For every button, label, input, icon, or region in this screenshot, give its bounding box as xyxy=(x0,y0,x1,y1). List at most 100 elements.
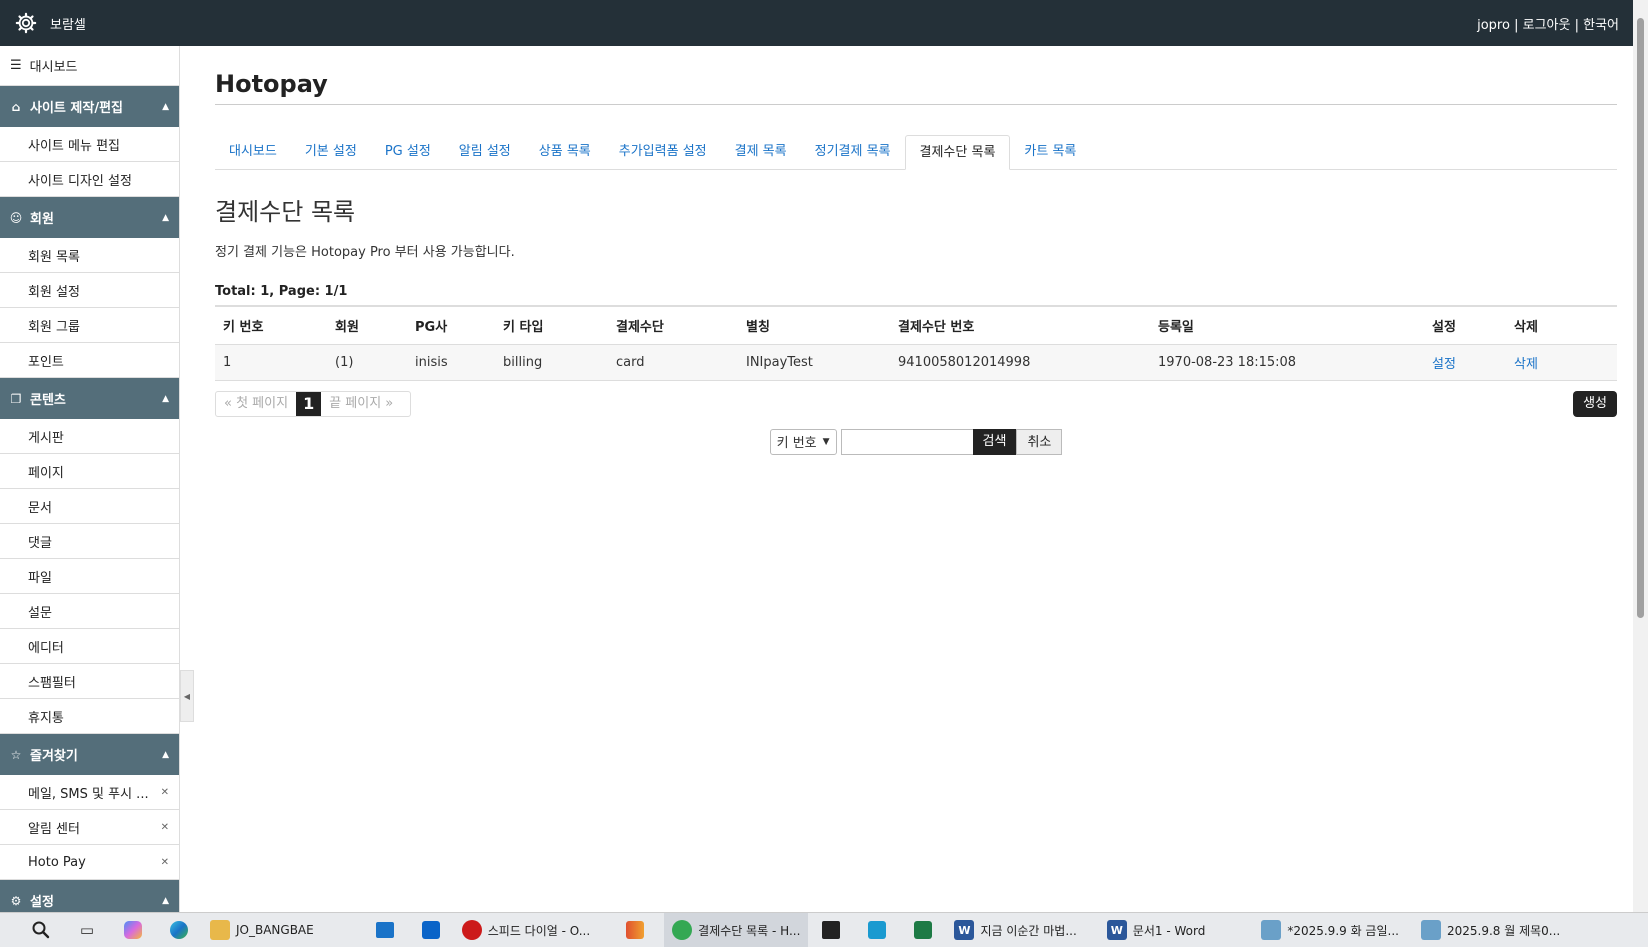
sidebar-collapse-button[interactable]: ◀ xyxy=(180,670,194,722)
tab-product-list[interactable]: 상품 목록 xyxy=(525,135,605,170)
tab-payment-method-list[interactable]: 결제수단 목록 xyxy=(904,135,1011,170)
taskbar-app[interactable]: W 지금 이순간 마법... xyxy=(946,913,1084,947)
caret-up-icon: ▲ xyxy=(162,895,169,906)
word-icon: W xyxy=(1106,920,1127,940)
remove-favorite-icon[interactable]: ✕ xyxy=(161,857,169,868)
sidebar-item-design[interactable]: 사이트 디자인 설정 xyxy=(0,162,179,197)
sidebar-item-member-list[interactable]: 회원 목록 xyxy=(0,238,179,273)
cell-method-number: 9410058012014998 xyxy=(890,344,1150,381)
sidebar-item-board[interactable]: 게시판 xyxy=(0,419,179,454)
windows-taskbar: ▭ JO_BANGBAE 스피드 다이얼 - O... 결제수단 목록 - H.… xyxy=(0,912,1648,947)
current-page[interactable]: 1 xyxy=(296,391,322,416)
excel-icon[interactable] xyxy=(900,913,946,947)
taskbar-app[interactable]: 스피드 다이얼 - O... xyxy=(454,913,598,947)
remove-favorite-icon[interactable]: ✕ xyxy=(161,787,169,798)
sidebar-section-title: 즐겨찾기 xyxy=(30,749,78,764)
sidebar-item-mail-sms[interactable]: 메일, SMS 및 푸시 ... ✕ xyxy=(0,775,179,810)
folder-icon xyxy=(210,920,230,940)
task-view-icon[interactable]: ▭ xyxy=(64,913,110,947)
sidebar-section-content[interactable]: ❐ 콘텐츠 ▲ xyxy=(0,378,179,419)
gear-icon: ⚙ xyxy=(10,893,22,908)
user-link[interactable]: jopro xyxy=(1477,18,1510,33)
chrome-icon xyxy=(672,920,693,940)
first-page-link[interactable]: « 첫 페이지 xyxy=(216,392,296,416)
sidebar-item-notification-center[interactable]: 알림 센터 ✕ xyxy=(0,810,179,845)
sidebar-section-site[interactable]: ⌂ 사이트 제작/편집 ▲ xyxy=(0,86,179,127)
column-header: 결제수단 번호 xyxy=(890,306,1150,345)
sidebar-item-poll[interactable]: 설문 xyxy=(0,594,179,629)
taskbar-app[interactable]: 2025.9.8 월 제목0... xyxy=(1413,913,1568,947)
logout-link[interactable]: 로그아웃 xyxy=(1523,18,1571,33)
sidebar-section-settings[interactable]: ⚙ 설정 ▲ xyxy=(0,880,179,912)
sidebar-section-title: 사이트 제작/편집 xyxy=(30,101,123,116)
brand-name[interactable]: 보람셀 xyxy=(50,14,86,33)
create-button[interactable]: 생성 xyxy=(1573,390,1617,417)
column-header: 키 타입 xyxy=(495,306,608,345)
column-header: 삭제 xyxy=(1506,306,1617,345)
module-tabs: 대시보드 기본 설정 PG 설정 알림 설정 상품 목록 추가입력폼 설정 결제… xyxy=(215,135,1617,170)
store-icon[interactable] xyxy=(362,913,408,947)
chevron-down-icon: ▼ xyxy=(822,436,830,447)
sidebar-item-label: 사이트 디자인 설정 xyxy=(28,173,132,189)
sidebar-item-hotopay[interactable]: Hoto Pay ✕ xyxy=(0,845,179,880)
pen-app-icon[interactable] xyxy=(612,913,658,947)
page-scrollbar[interactable] xyxy=(1633,0,1648,912)
copilot-icon[interactable] xyxy=(110,913,156,947)
tab-dashboard[interactable]: 대시보드 xyxy=(215,135,291,170)
search-target-value: 키 번호 xyxy=(776,436,817,451)
sidebar-section-members[interactable]: ☺ 회원 ▲ xyxy=(0,197,179,238)
pagination: « 첫 페이지 1 끝 페이지 » xyxy=(215,390,411,417)
sidebar-item-label: 게시판 xyxy=(28,430,64,446)
section-title: 결제수단 목록 xyxy=(215,198,356,226)
taskbar-app[interactable]: *2025.9.9 화 금일... xyxy=(1253,913,1407,947)
tab-subscription-list[interactable]: 정기결제 목록 xyxy=(801,135,905,170)
sidebar-section-favorites[interactable]: ☆ 즐겨찾기 ▲ xyxy=(0,734,179,775)
edge-icon[interactable] xyxy=(156,913,202,947)
sidebar-item-editor[interactable]: 에디터 xyxy=(0,629,179,664)
sidebar-item-menu-edit[interactable]: 사이트 메뉴 편집 xyxy=(0,127,179,162)
outlook-icon[interactable] xyxy=(408,913,454,947)
tab-payment-list[interactable]: 결제 목록 xyxy=(721,135,801,170)
last-page-link[interactable]: 끝 페이지 » xyxy=(321,392,401,416)
sidebar-item-trash[interactable]: 휴지통 xyxy=(0,699,179,734)
sidebar-item-spamfilter[interactable]: 스팸필터 xyxy=(0,664,179,699)
sidebar-dashboard[interactable]: ☰ 대시보드 xyxy=(0,46,179,86)
sidebar-item-member-settings[interactable]: 회원 설정 xyxy=(0,273,179,308)
search-icon[interactable] xyxy=(18,913,64,947)
search-target-select[interactable]: 키 번호 ▼ xyxy=(769,428,837,455)
remove-favorite-icon[interactable]: ✕ xyxy=(161,822,169,833)
taskbar-app[interactable]: JO_BANGBAE xyxy=(202,913,322,947)
tab-extra-form-settings[interactable]: 추가입력폼 설정 xyxy=(605,135,721,170)
sidebar-item-label: 회원 목록 xyxy=(28,249,80,265)
cell-registered-date: 1970-08-23 18:15:08 xyxy=(1150,344,1424,381)
taskbar-app[interactable]: W 문서1 - Word xyxy=(1099,913,1214,947)
pycharm-icon[interactable] xyxy=(808,913,854,947)
scrollbar-thumb[interactable] xyxy=(1637,18,1644,618)
sidebar: ☰ 대시보드 ⌂ 사이트 제작/편집 ▲ 사이트 메뉴 편집 사이트 디자인 설… xyxy=(0,46,180,912)
caret-up-icon: ▲ xyxy=(162,393,169,404)
sidebar-item-file[interactable]: 파일 xyxy=(0,559,179,594)
search-input[interactable] xyxy=(840,428,973,455)
sidebar-item-page[interactable]: 페이지 xyxy=(0,454,179,489)
delete-link[interactable]: 삭제 xyxy=(1514,357,1538,372)
tab-basic-settings[interactable]: 기본 설정 xyxy=(291,135,371,170)
sidebar-item-document[interactable]: 문서 xyxy=(0,489,179,524)
search-button[interactable]: 검색 xyxy=(972,428,1017,455)
column-header: 설정 xyxy=(1424,306,1506,345)
cell-member: (1) xyxy=(327,344,407,381)
sidebar-item-comment[interactable]: 댓글 xyxy=(0,524,179,559)
settings-link[interactable]: 설정 xyxy=(1432,357,1456,372)
gear-icon[interactable] xyxy=(12,9,40,37)
users-icon: ☺ xyxy=(9,210,23,225)
sidebar-item-points[interactable]: 포인트 xyxy=(0,343,179,378)
tab-cart-list[interactable]: 카트 목록 xyxy=(1010,135,1090,170)
tab-pg-settings[interactable]: PG 설정 xyxy=(371,135,445,170)
remote-icon[interactable] xyxy=(854,913,900,947)
sidebar-item-member-groups[interactable]: 회원 그룹 xyxy=(0,308,179,343)
taskbar-app-active[interactable]: 결제수단 목록 - H... xyxy=(664,912,809,947)
tab-notification-settings[interactable]: 알림 설정 xyxy=(445,135,525,170)
column-header: 등록일 xyxy=(1150,306,1424,345)
language-link[interactable]: 한국어 xyxy=(1583,18,1619,33)
cancel-button[interactable]: 취소 xyxy=(1016,428,1063,455)
start-edge[interactable] xyxy=(0,913,18,947)
